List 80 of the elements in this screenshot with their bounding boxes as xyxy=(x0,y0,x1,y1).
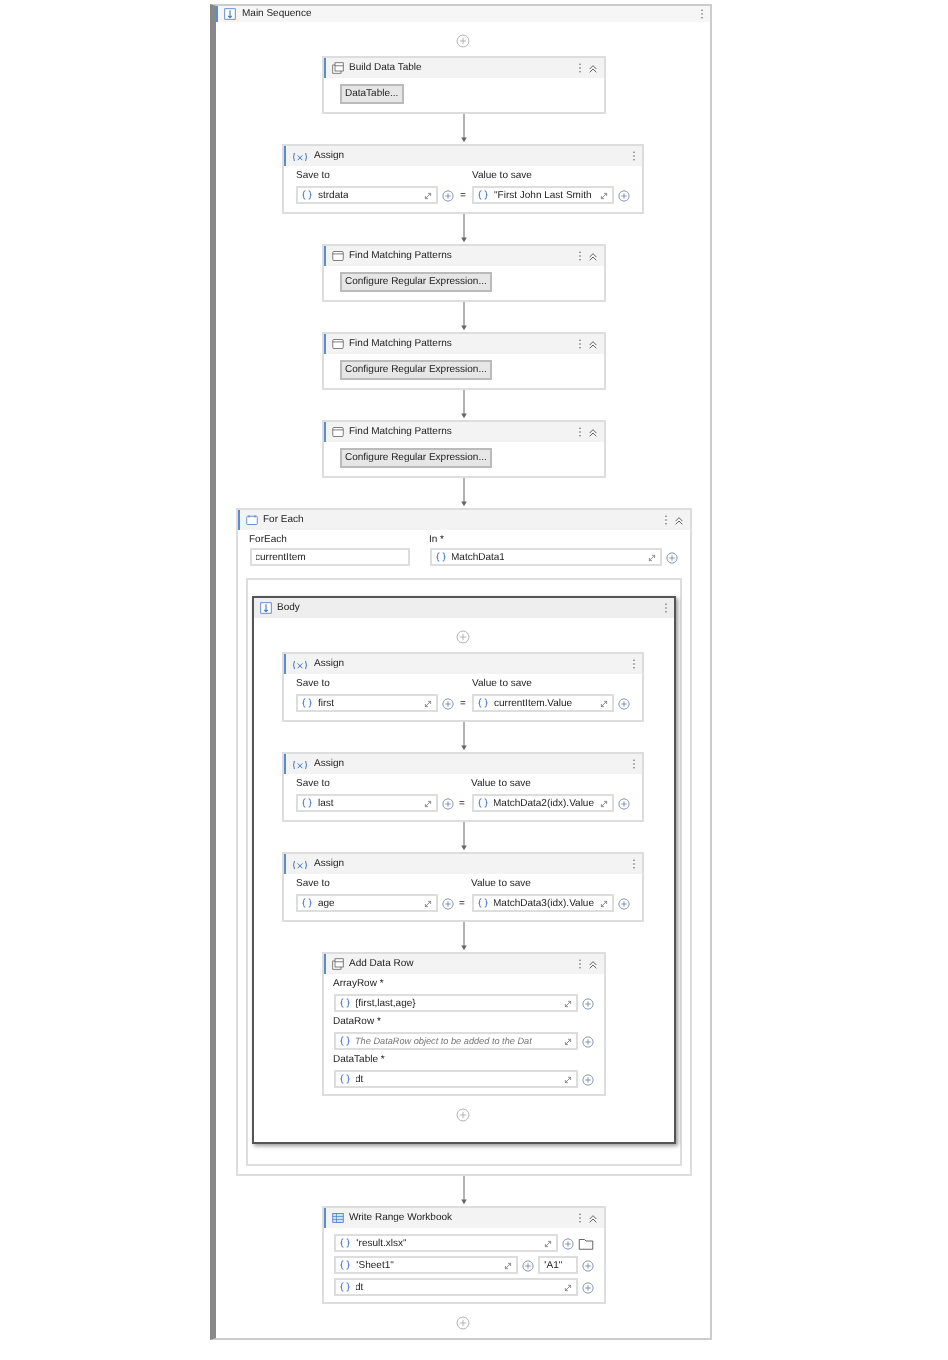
expand-icon[interactable] xyxy=(503,1261,511,1269)
add-icon[interactable] xyxy=(618,189,630,201)
collapse-icon[interactable] xyxy=(673,515,683,525)
add-icon[interactable] xyxy=(561,1237,573,1249)
add-activity-icon[interactable] xyxy=(456,1316,470,1330)
expand-icon[interactable] xyxy=(647,553,655,561)
add-icon[interactable] xyxy=(618,797,630,809)
expand-icon[interactable] xyxy=(600,191,608,199)
collapse-icon[interactable] xyxy=(587,339,597,349)
expand-icon[interactable] xyxy=(563,1283,571,1291)
expand-icon[interactable] xyxy=(563,1075,571,1083)
expand-icon[interactable] xyxy=(423,799,431,807)
add-icon[interactable] xyxy=(442,697,454,709)
connector-arrow xyxy=(457,214,469,244)
add-activity-icon[interactable] xyxy=(456,34,470,48)
expand-icon[interactable] xyxy=(563,1037,571,1045)
expand-icon[interactable] xyxy=(600,699,608,707)
collapse-icon[interactable] xyxy=(587,251,597,261)
connector-arrow xyxy=(457,302,469,332)
table-icon xyxy=(331,62,343,74)
braces-icon xyxy=(339,998,349,1008)
braces-icon xyxy=(339,1282,349,1292)
connector-arrow xyxy=(457,478,469,508)
variable-icon xyxy=(292,859,308,869)
braces-icon xyxy=(302,798,312,808)
expand-icon[interactable] xyxy=(600,899,608,907)
collapse-icon[interactable] xyxy=(587,63,597,73)
add-icon[interactable] xyxy=(618,897,630,909)
collapse-icon[interactable] xyxy=(587,1213,597,1223)
variable-icon xyxy=(292,151,308,161)
braces-icon xyxy=(339,1036,349,1046)
braces-icon xyxy=(477,898,487,908)
add-icon[interactable] xyxy=(581,1259,593,1271)
expand-icon[interactable] xyxy=(600,799,608,807)
braces-icon xyxy=(339,1238,349,1248)
connector-arrow xyxy=(457,722,469,752)
add-icon[interactable] xyxy=(442,189,454,201)
folder-icon[interactable] xyxy=(577,1237,593,1249)
expand-icon[interactable] xyxy=(424,191,432,199)
add-icon[interactable] xyxy=(581,1035,593,1047)
connector-arrow xyxy=(457,822,469,852)
braces-icon xyxy=(302,698,312,708)
braces-icon xyxy=(478,698,488,708)
add-icon[interactable] xyxy=(581,997,593,1009)
collapse-icon[interactable] xyxy=(587,427,597,437)
window-icon xyxy=(331,338,343,350)
connector-arrow xyxy=(457,922,469,952)
variable-icon xyxy=(292,659,308,669)
activity-card[interactable] xyxy=(235,508,691,1176)
spreadsheet-icon xyxy=(331,1212,343,1224)
braces-icon xyxy=(477,798,487,808)
sequence-icon xyxy=(259,602,271,614)
window-icon xyxy=(331,250,343,262)
add-icon[interactable] xyxy=(521,1259,533,1271)
add-activity-icon[interactable] xyxy=(456,630,470,644)
braces-icon xyxy=(339,1260,349,1270)
connector-arrow xyxy=(457,1176,469,1206)
add-icon[interactable] xyxy=(581,1281,593,1293)
connector-arrow xyxy=(457,390,469,420)
braces-icon xyxy=(339,1074,349,1084)
connector-arrow xyxy=(457,114,469,144)
expand-icon[interactable] xyxy=(424,699,432,707)
add-icon[interactable] xyxy=(441,897,453,909)
braces-icon xyxy=(302,898,312,908)
braces-icon xyxy=(435,552,445,562)
add-activity-icon[interactable] xyxy=(456,1108,470,1122)
variable-icon xyxy=(292,759,308,769)
add-icon[interactable] xyxy=(618,697,630,709)
add-icon[interactable] xyxy=(581,1073,593,1085)
expand-icon[interactable] xyxy=(563,999,571,1007)
add-icon[interactable] xyxy=(441,797,453,809)
window-icon xyxy=(331,426,343,438)
collapse-icon[interactable] xyxy=(587,959,597,969)
braces-icon xyxy=(302,190,312,200)
braces-icon xyxy=(478,190,488,200)
expand-icon[interactable] xyxy=(543,1239,551,1247)
table-icon xyxy=(331,958,343,970)
loop-icon xyxy=(245,514,257,526)
add-icon[interactable] xyxy=(665,551,677,563)
expand-icon[interactable] xyxy=(423,899,431,907)
